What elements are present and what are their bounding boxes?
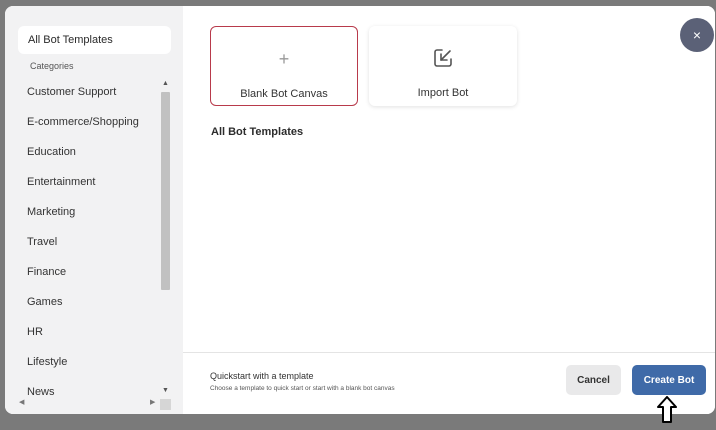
sidebar-item-label: All Bot Templates — [28, 34, 113, 46]
scrollbar-thumb[interactable] — [161, 92, 170, 290]
modal-footer: Quickstart with a template Choose a temp… — [183, 352, 715, 414]
template-sidebar: All Bot Templates Categories Customer Su… — [5, 6, 183, 414]
sidebar-vertical-scrollbar[interactable]: ▲ ▼ — [160, 78, 171, 398]
scroll-right-icon[interactable]: ▶ — [150, 398, 155, 406]
sidebar-item-customer-support[interactable]: Customer Support — [27, 80, 157, 104]
sidebar-horizontal-scrollbar[interactable]: ◀ ▶ — [5, 398, 171, 409]
card-label: Import Bot — [417, 87, 469, 99]
scroll-left-icon[interactable]: ◀ — [19, 398, 24, 406]
sidebar-item-ecommerce-shopping[interactable]: E-commerce/Shopping — [27, 110, 157, 134]
create-bot-button[interactable]: Create Bot — [632, 365, 706, 395]
plus-icon: + — [278, 49, 290, 69]
import-bot-card[interactable]: Import Bot — [369, 26, 517, 106]
scrollbar-corner — [160, 399, 171, 410]
import-icon — [434, 49, 452, 67]
footer-subtitle: Choose a template to quick start or star… — [210, 385, 395, 392]
sidebar-item-finance[interactable]: Finance — [27, 260, 157, 284]
up-arrow-icon — [657, 396, 677, 423]
sidebar-item-all-bot-templates[interactable]: All Bot Templates — [18, 26, 171, 54]
close-button[interactable]: × — [680, 18, 714, 52]
sidebar-item-marketing[interactable]: Marketing — [27, 200, 157, 224]
section-title: All Bot Templates — [211, 126, 304, 138]
category-list: Customer Support E-commerce/Shopping Edu… — [5, 76, 165, 396]
scroll-up-icon[interactable]: ▲ — [162, 80, 169, 87]
card-label: Blank Bot Canvas — [240, 88, 328, 100]
blank-bot-canvas-card[interactable]: + Blank Bot Canvas — [210, 26, 358, 106]
sidebar-item-travel[interactable]: Travel — [27, 230, 157, 254]
footer-title: Quickstart with a template — [210, 371, 314, 381]
sidebar-item-games[interactable]: Games — [27, 290, 157, 314]
sidebar-item-lifestyle[interactable]: Lifestyle — [27, 350, 157, 374]
top-bar — [0, 0, 716, 5]
sidebar-item-news[interactable]: News — [27, 380, 157, 396]
scroll-down-icon[interactable]: ▼ — [162, 387, 169, 394]
main-panel: + Blank Bot Canvas Import Bot All Bot Te… — [183, 6, 715, 414]
create-bot-modal: All Bot Templates Categories Customer Su… — [5, 6, 715, 414]
sidebar-item-entertainment[interactable]: Entertainment — [27, 170, 157, 194]
cancel-button[interactable]: Cancel — [566, 365, 621, 395]
sidebar-item-hr[interactable]: HR — [27, 320, 157, 344]
categories-heading: Categories — [30, 61, 74, 71]
sidebar-item-education[interactable]: Education — [27, 140, 157, 164]
